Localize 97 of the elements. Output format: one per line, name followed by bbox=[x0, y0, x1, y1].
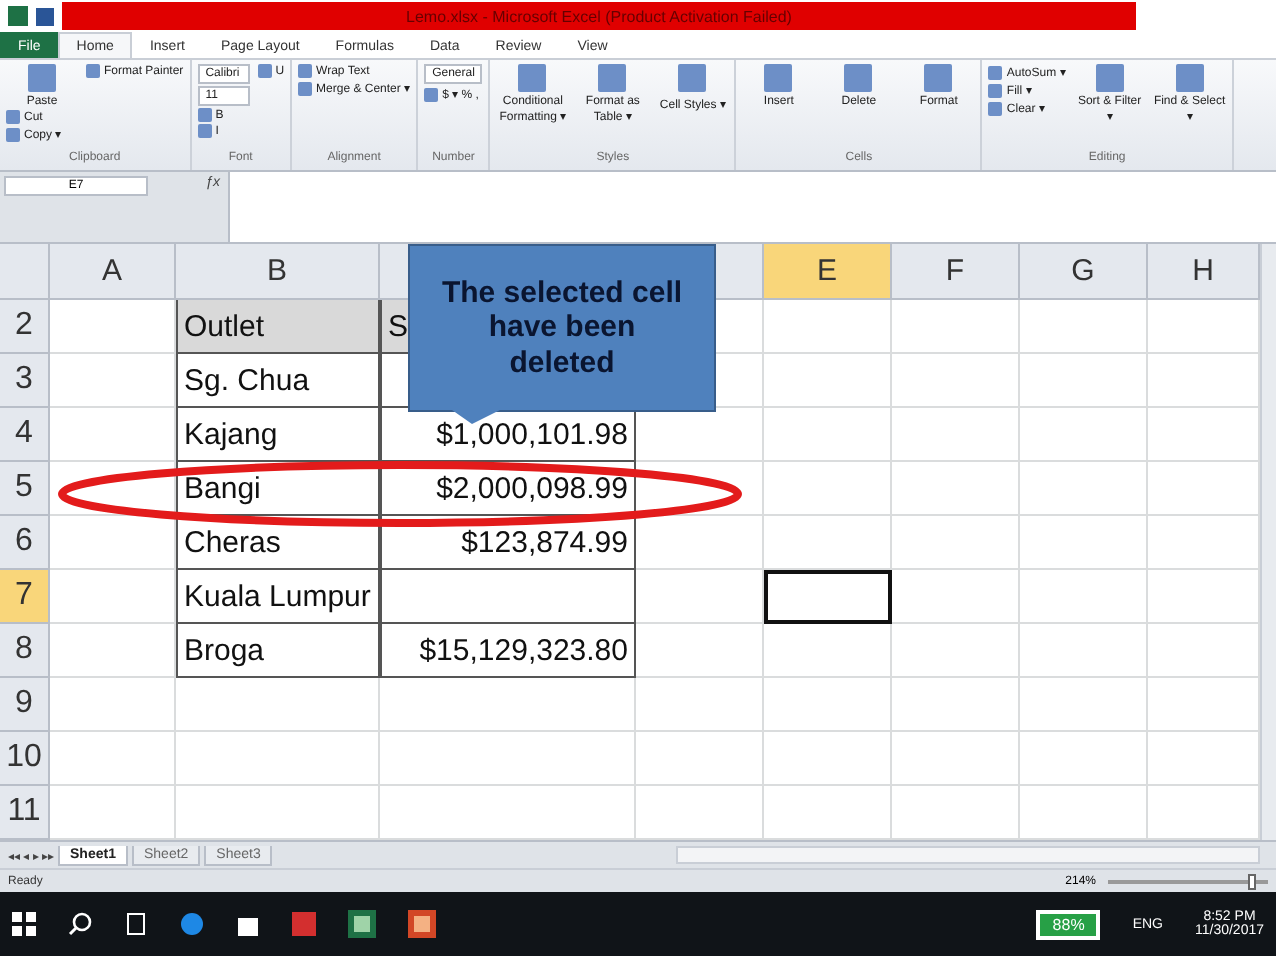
ribbon-icon bbox=[924, 64, 953, 92]
table-cell bbox=[764, 354, 892, 408]
spreadsheet-app-icon[interactable] bbox=[348, 910, 376, 938]
table-cell bbox=[892, 300, 1020, 354]
table-cell bbox=[50, 516, 176, 570]
table-cell bbox=[1148, 516, 1260, 570]
table-cell bbox=[1020, 732, 1148, 786]
row-header[interactable]: 7 bbox=[0, 570, 50, 624]
vertical-scrollbar[interactable] bbox=[1260, 244, 1276, 840]
table-cell: Sg. Chua bbox=[176, 354, 380, 408]
table-cell bbox=[1020, 408, 1148, 462]
table-cell bbox=[1148, 462, 1260, 516]
table-cell: Kuala Lumpur bbox=[176, 570, 380, 624]
table-cell bbox=[1020, 570, 1148, 624]
table-cell bbox=[1148, 624, 1260, 678]
table-cell bbox=[892, 570, 1020, 624]
ribbon-icon bbox=[86, 64, 100, 78]
table-cell bbox=[1020, 516, 1148, 570]
row-header[interactable]: 9 bbox=[0, 678, 50, 732]
table-cell bbox=[764, 408, 892, 462]
table-cell bbox=[892, 462, 1020, 516]
window-title: Lemo.xlsx - Microsoft Excel (Product Activation Failed) bbox=[62, 2, 1136, 30]
callout-pointer-tooltip bbox=[452, 410, 500, 424]
ribbon-icon bbox=[28, 64, 56, 92]
table-cell bbox=[1148, 354, 1260, 408]
column-header[interactable]: G bbox=[1020, 244, 1148, 300]
table-cell bbox=[1020, 462, 1148, 516]
table-cell bbox=[892, 624, 1020, 678]
task-view-icon[interactable] bbox=[124, 912, 148, 936]
row-header[interactable]: 5 bbox=[0, 462, 50, 516]
table-cell bbox=[636, 678, 764, 732]
table-cell bbox=[764, 732, 892, 786]
table-cell bbox=[50, 354, 176, 408]
table-cell bbox=[1148, 678, 1260, 732]
table-cell bbox=[1020, 678, 1148, 732]
table-cell bbox=[892, 408, 1020, 462]
table-cell bbox=[50, 570, 176, 624]
table-cell bbox=[50, 732, 176, 786]
formula-input[interactable] bbox=[228, 172, 1276, 242]
table-cell bbox=[50, 300, 176, 354]
table-cell bbox=[636, 408, 764, 462]
table-cell bbox=[892, 516, 1020, 570]
search-icon[interactable] bbox=[68, 912, 92, 936]
row-header[interactable]: 10 bbox=[0, 732, 50, 786]
table-cell bbox=[636, 624, 764, 678]
table-cell: Kajang bbox=[176, 408, 380, 462]
table-cell bbox=[50, 408, 176, 462]
table-cell bbox=[764, 516, 892, 570]
column-header[interactable]: H bbox=[1148, 244, 1260, 300]
row-header[interactable]: 3 bbox=[0, 354, 50, 408]
windows-start-icon[interactable] bbox=[12, 912, 36, 936]
table-cell bbox=[1148, 408, 1260, 462]
table-cell bbox=[50, 678, 176, 732]
column-header[interactable]: E bbox=[764, 244, 892, 300]
zoom-thumb[interactable] bbox=[1248, 873, 1256, 889]
table-cell bbox=[1148, 570, 1260, 624]
table-cell: Broga bbox=[176, 624, 380, 678]
table-cell bbox=[1020, 624, 1148, 678]
callout-tooltip: The selected cell have been deleted bbox=[408, 244, 716, 412]
selected-cell bbox=[764, 570, 892, 624]
ribbon-icon bbox=[678, 64, 707, 92]
table-cell bbox=[892, 354, 1020, 408]
row-header[interactable]: 11 bbox=[0, 786, 50, 840]
table-cell: $15,129,323.80 bbox=[380, 624, 636, 678]
row-header[interactable]: 8 bbox=[0, 624, 50, 678]
ribbon-icon bbox=[598, 64, 627, 92]
row-header[interactable]: 4 bbox=[0, 408, 50, 462]
column-header[interactable]: B bbox=[176, 244, 380, 300]
table-cell bbox=[636, 570, 764, 624]
table-cell bbox=[636, 732, 764, 786]
table-cell bbox=[764, 300, 892, 354]
column-header[interactable]: F bbox=[892, 244, 1020, 300]
table-cell: Outlet bbox=[176, 300, 380, 354]
ribbon-icon bbox=[1095, 64, 1124, 92]
table-cell bbox=[892, 732, 1020, 786]
ribbon-icon bbox=[1175, 64, 1204, 92]
table-cell bbox=[50, 624, 176, 678]
ribbon-icon bbox=[764, 64, 793, 92]
ribbon-icon bbox=[518, 64, 547, 92]
battery-indicator: 88% bbox=[1036, 909, 1101, 939]
column-header[interactable]: A bbox=[50, 244, 176, 300]
table-cell bbox=[892, 678, 1020, 732]
table-cell bbox=[1148, 732, 1260, 786]
ribbon-icon bbox=[257, 64, 272, 78]
ribbon-icon bbox=[424, 87, 439, 101]
table-cell bbox=[1020, 300, 1148, 354]
table-cell bbox=[1020, 354, 1148, 408]
row-header[interactable]: 6 bbox=[0, 516, 50, 570]
table-cell bbox=[764, 678, 892, 732]
ribbon-icon bbox=[844, 64, 873, 92]
table-cell bbox=[764, 462, 892, 516]
table-cell bbox=[764, 624, 892, 678]
table-cell: $1,000,101.98 bbox=[380, 408, 636, 462]
row-header[interactable]: 2 bbox=[0, 300, 50, 354]
table-cell bbox=[1148, 300, 1260, 354]
horizontal-scrollbar[interactable] bbox=[676, 846, 1260, 864]
table-cell bbox=[636, 516, 764, 570]
